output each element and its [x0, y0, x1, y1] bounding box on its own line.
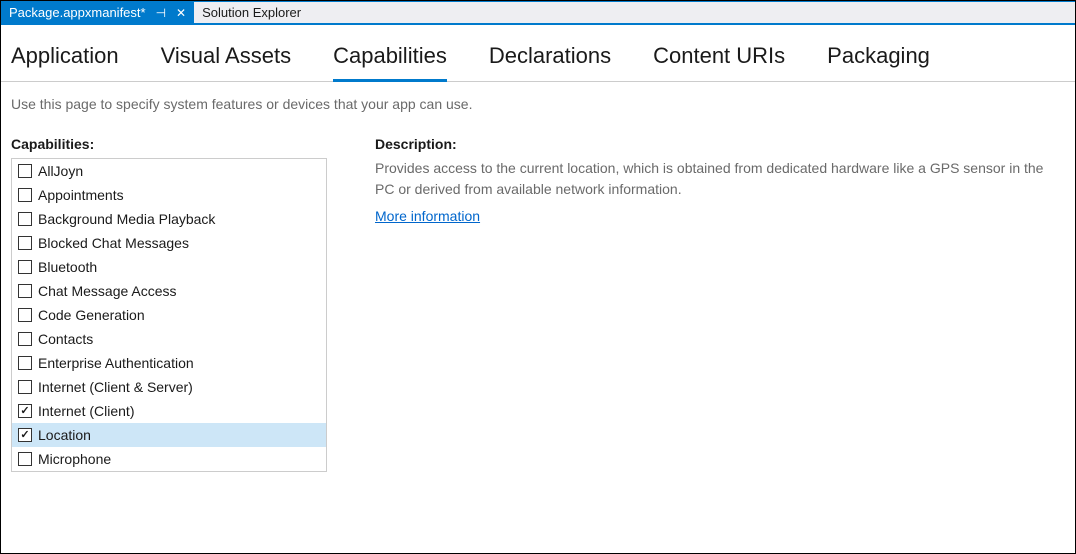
- capability-label: Blocked Chat Messages: [38, 235, 189, 251]
- main-content: Capabilities: AllJoyn Appointments Backgro…: [1, 136, 1075, 472]
- document-tab-label: Solution Explorer: [202, 5, 301, 20]
- capability-label: Microphone: [38, 451, 111, 467]
- capability-row[interactable]: Microphone: [12, 447, 326, 471]
- description-panel: Description: Provides access to the curr…: [375, 136, 1065, 472]
- capabilities-list[interactable]: AllJoyn Appointments Background Media Play…: [11, 158, 327, 472]
- capability-row[interactable]: Enterprise Authentication: [12, 351, 326, 375]
- manifest-nav-tabs: Application Visual Assets Capabilities D…: [1, 25, 1075, 82]
- capability-label: Background Media Playback: [38, 211, 215, 227]
- capability-row[interactable]: Code Generation: [12, 303, 326, 327]
- capability-row[interactable]: Blocked Chat Messages: [12, 231, 326, 255]
- capability-row[interactable]: Background Media Playback: [12, 207, 326, 231]
- capability-row[interactable]: Chat Message Access: [12, 279, 326, 303]
- tab-application[interactable]: Application: [11, 43, 119, 82]
- capability-checkbox[interactable]: [18, 164, 32, 178]
- capability-row[interactable]: Internet (Client): [12, 399, 326, 423]
- capability-label: Contacts: [38, 331, 93, 347]
- capabilities-panel: Capabilities: AllJoyn Appointments Backgro…: [11, 136, 327, 472]
- capability-checkbox[interactable]: [18, 212, 32, 226]
- capability-row[interactable]: Contacts: [12, 327, 326, 351]
- capabilities-heading: Capabilities:: [11, 136, 327, 152]
- document-tab-label: Package.appxmanifest*: [9, 5, 146, 20]
- capability-label: Appointments: [38, 187, 124, 203]
- document-tab-active[interactable]: Package.appxmanifest* ⊣ ✕: [1, 2, 194, 23]
- capability-row[interactable]: AllJoyn: [12, 159, 326, 183]
- capability-checkbox[interactable]: [18, 404, 32, 418]
- description-text: Provides access to the current location,…: [375, 158, 1065, 200]
- tab-visual-assets[interactable]: Visual Assets: [161, 43, 291, 82]
- pin-icon[interactable]: ⊣: [156, 7, 166, 19]
- document-tab-inactive[interactable]: Solution Explorer: [194, 2, 309, 23]
- capability-label: Bluetooth: [38, 259, 97, 275]
- capability-checkbox[interactable]: [18, 356, 32, 370]
- capability-checkbox[interactable]: [18, 332, 32, 346]
- capability-label: Code Generation: [38, 307, 145, 323]
- capability-checkbox[interactable]: [18, 284, 32, 298]
- capability-row[interactable]: Location: [12, 423, 326, 447]
- capability-row[interactable]: Bluetooth: [12, 255, 326, 279]
- capability-checkbox[interactable]: [18, 452, 32, 466]
- capability-row[interactable]: Appointments: [12, 183, 326, 207]
- tab-declarations[interactable]: Declarations: [489, 43, 611, 82]
- capability-label: Chat Message Access: [38, 283, 177, 299]
- page-hint: Use this page to specify system features…: [1, 82, 1075, 136]
- capability-checkbox[interactable]: [18, 428, 32, 442]
- capability-checkbox[interactable]: [18, 188, 32, 202]
- tab-content-uris[interactable]: Content URIs: [653, 43, 785, 82]
- tab-capabilities[interactable]: Capabilities: [333, 43, 447, 82]
- more-information-link[interactable]: More information: [375, 208, 480, 224]
- capability-label: AllJoyn: [38, 163, 83, 179]
- capability-row[interactable]: Internet (Client & Server): [12, 375, 326, 399]
- tab-packaging[interactable]: Packaging: [827, 43, 930, 82]
- document-tabstrip: Package.appxmanifest* ⊣ ✕ Solution Explo…: [1, 1, 1075, 25]
- capability-label: Location: [38, 427, 91, 443]
- capability-checkbox[interactable]: [18, 236, 32, 250]
- capability-label: Internet (Client & Server): [38, 379, 193, 395]
- capability-label: Internet (Client): [38, 403, 134, 419]
- capability-checkbox[interactable]: [18, 380, 32, 394]
- description-heading: Description:: [375, 136, 1065, 152]
- capability-label: Enterprise Authentication: [38, 355, 194, 371]
- capability-checkbox[interactable]: [18, 260, 32, 274]
- capability-checkbox[interactable]: [18, 308, 32, 322]
- close-icon[interactable]: ✕: [176, 7, 186, 19]
